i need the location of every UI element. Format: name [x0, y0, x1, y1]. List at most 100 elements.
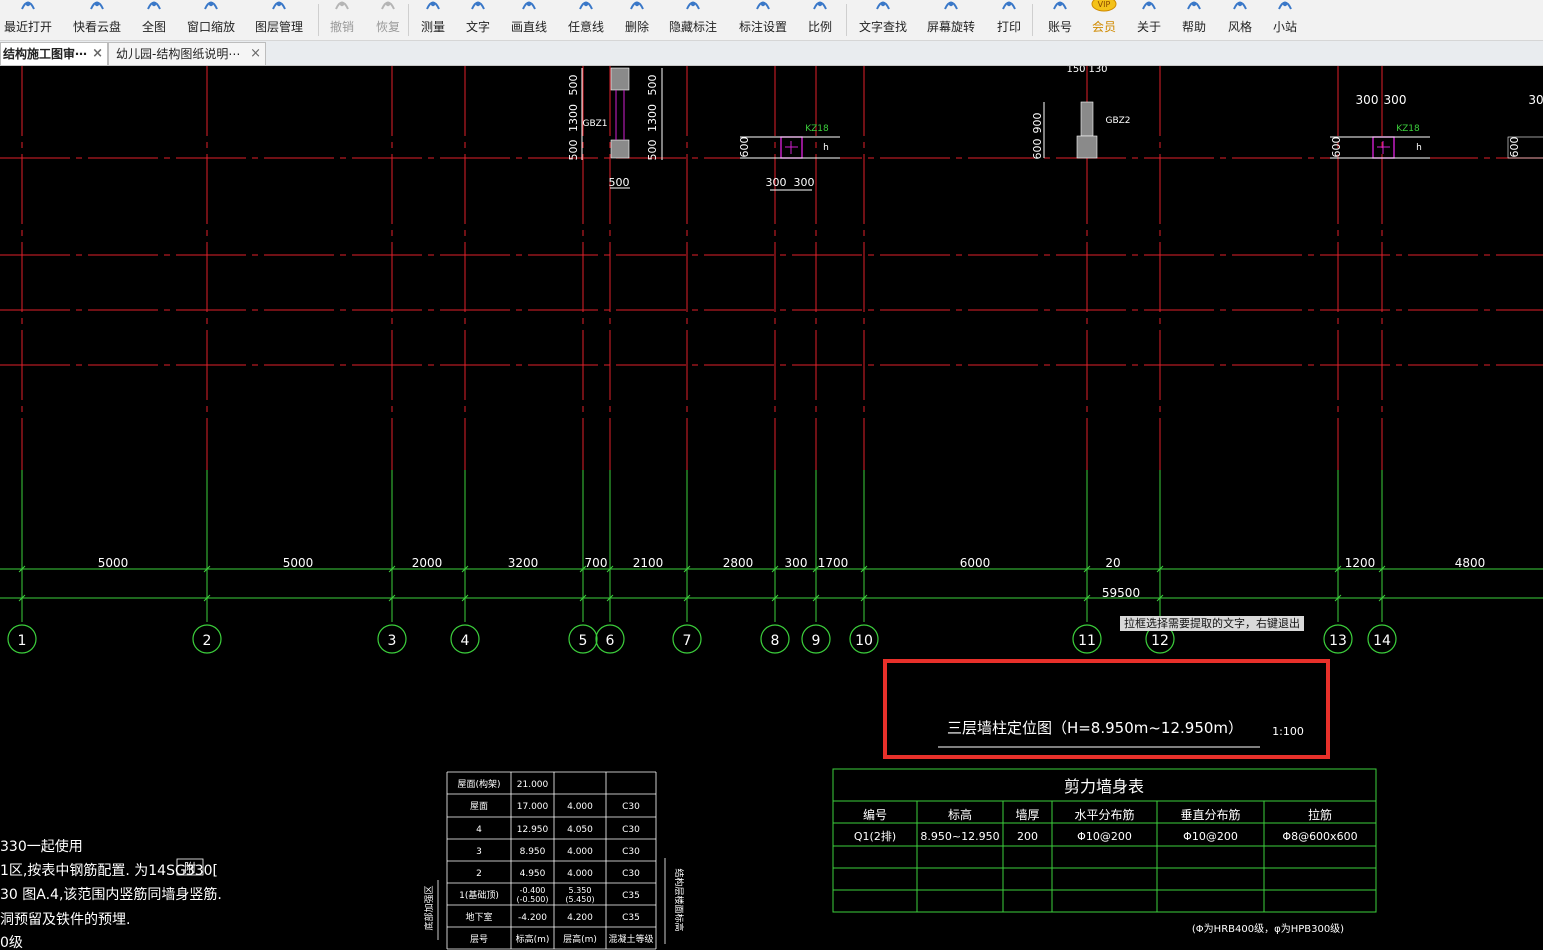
axis-label: 9: [812, 633, 821, 649]
toolbar-button-eye[interactable]: 隐藏标注: [661, 0, 725, 40]
total-dimension-label: 59500: [1102, 586, 1140, 600]
gbz1-dim-label: 1300: [646, 104, 659, 132]
toolbar-button-eraser[interactable]: 删除: [619, 0, 655, 40]
toolbar-button-printer[interactable]: 打印: [991, 0, 1027, 40]
gbz1-column-top: [610, 67, 630, 91]
toolbar-button-label: 比例: [807, 20, 832, 34]
floor-table-cell: 8.950: [520, 847, 546, 857]
design-note: 0级: [0, 935, 23, 950]
dimension-label: 4800: [1455, 556, 1486, 570]
toolbar-button-label: 打印: [996, 20, 1021, 34]
kz18-dim-label: 300: [1356, 93, 1379, 107]
toolbar-button-label: 图层管理: [254, 20, 303, 34]
toolbar-button-station[interactable]: 小站: [1267, 0, 1303, 40]
printer-icon: [1000, 0, 1018, 10]
tab-structure-review[interactable]: 结构施工图审⋯ ×: [0, 42, 108, 65]
wall-table-cell: Φ10@200: [1077, 830, 1132, 843]
toolbar-button-label: 快看云盘: [72, 20, 121, 34]
dimension-label: 6000: [960, 556, 991, 570]
toolbar-button-line[interactable]: 画直线: [504, 0, 554, 40]
axis-label: 5: [579, 633, 588, 649]
floor-table-cell: 混凝土等级: [608, 933, 653, 945]
toolbar-button-rotate[interactable]: 屏幕旋转: [919, 0, 983, 40]
kz18-dim-label: 300: [1384, 93, 1407, 107]
floor-table-cell: 标高(m): [516, 933, 550, 945]
vip-icon: VIP: [1091, 0, 1117, 12]
undo-icon: [333, 0, 351, 10]
dimension-label: 5000: [283, 556, 314, 570]
gbz1-dim-label: 500: [646, 75, 659, 96]
toolbar-button-style[interactable]: 风格: [1222, 0, 1258, 40]
toolbar-button-history[interactable]: 最近打开: [0, 0, 60, 40]
toolbar-button-measure[interactable]: 测量: [415, 0, 451, 40]
help-icon: [1185, 0, 1203, 10]
floor-table-cell: (-0.500): [516, 895, 548, 904]
toolbar-button-label: 任意线: [567, 20, 604, 34]
toolbar-button-scale[interactable]: 比例: [802, 0, 838, 40]
toolbar-button-fullview[interactable]: 全图: [136, 0, 172, 40]
floor-table-cell: C30: [622, 802, 640, 812]
axis-label: 7: [683, 633, 692, 649]
kz18-label: KZ18: [1396, 124, 1420, 134]
toolbar-button-label: 测量: [420, 20, 445, 34]
axis-label: 3: [388, 633, 397, 649]
axis-label: 1: [18, 633, 27, 649]
axis-label: 4: [461, 633, 470, 649]
floor-table-cell: 2: [476, 869, 482, 879]
floor-table-cell: 4: [476, 825, 482, 835]
floor-table-cell: C30: [622, 825, 640, 835]
toolbar-button-user[interactable]: 账号: [1042, 0, 1078, 40]
wall-table-header: 垂直分布筋: [1180, 807, 1240, 822]
tab-label: 幼儿园-结构图纸说明⋯: [116, 47, 241, 61]
toolbar-button-label: 账号: [1047, 20, 1072, 34]
toolbar-button-freeline[interactable]: 任意线: [561, 0, 611, 40]
toolbar-button-label: 关于: [1136, 20, 1161, 34]
toolbar-button-label: 小站: [1272, 20, 1297, 34]
gbz2-column-top: [1080, 101, 1094, 137]
toolbar-button-gear[interactable]: 标注设置: [731, 0, 795, 40]
dimension-label: 3200: [508, 556, 539, 570]
dimension-label: 2000: [412, 556, 443, 570]
zoom-window-icon: [202, 0, 220, 10]
toolbar-button-redo[interactable]: 恢复: [370, 0, 406, 40]
kz18-h-label: h: [823, 143, 829, 153]
tab-kindergarten-notes[interactable]: 幼儿园-结构图纸说明⋯ ×: [108, 42, 266, 65]
toolbar-button-vip[interactable]: VIP 会员: [1086, 0, 1122, 40]
wall-table-header: 拉筋: [1308, 807, 1332, 822]
floor-table-cell: 地下室: [465, 911, 492, 923]
note-box-label: 附: [184, 861, 196, 875]
kz18-dim-label: 300: [766, 176, 787, 189]
axis-label: 6: [606, 633, 615, 649]
close-icon[interactable]: ×: [250, 43, 261, 65]
floor-table-cell: 4.000: [567, 802, 593, 812]
toolbar-button-label: 窗口缩放: [186, 20, 235, 34]
svg-text:VIP: VIP: [1098, 0, 1111, 9]
gbz1-dim-label: 500: [609, 176, 630, 189]
gear-icon: [754, 0, 772, 10]
cad-drawing-canvas[interactable]: 5000 5000 2000 3200 700 2100 2800 300 1700 6000 20…: [0, 66, 1543, 950]
close-icon[interactable]: ×: [92, 43, 103, 65]
toolbar-button-info[interactable]: 关于: [1131, 0, 1167, 40]
toolbar-button-label: 会员: [1091, 20, 1116, 34]
toolbar-button-label: 屏幕旋转: [926, 20, 975, 34]
toolbar-button-layers[interactable]: 图层管理: [247, 0, 311, 40]
toolbar-separator: [1032, 4, 1033, 36]
toolbar-button-text-search[interactable]: 文字查找: [851, 0, 915, 40]
gbz2-dim-label: 150: [1066, 66, 1085, 75]
kz18-dim-label: 30: [1528, 93, 1543, 107]
text-search-icon: [874, 0, 892, 10]
toolbar-button-help[interactable]: 帮助: [1176, 0, 1212, 40]
toolbar-button-text[interactable]: 文字: [460, 0, 496, 40]
wall-table-cell: 8.950~12.950: [920, 830, 999, 843]
floor-table-cell: -0.400: [520, 886, 546, 895]
dimension-label: 300: [785, 556, 808, 570]
toolbar-button-label: 全图: [141, 20, 166, 34]
toolbar-button-zoom-window[interactable]: 窗口缩放: [179, 0, 243, 40]
wall-table-header: 标高: [948, 807, 972, 822]
freeline-icon: [577, 0, 595, 10]
toolbar-button-undo[interactable]: 撤销: [324, 0, 360, 40]
fullview-icon: [145, 0, 163, 10]
toolbar-button-cloud[interactable]: 快看云盘: [65, 0, 129, 40]
floor-table-cell: 5.350: [569, 886, 592, 895]
toolbar-button-label: 最近打开: [3, 20, 52, 34]
